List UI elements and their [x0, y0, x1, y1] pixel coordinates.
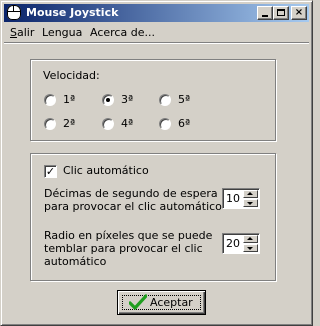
speed-option-5-label: 5ª: [178, 93, 191, 106]
speed-option-2-label: 2ª: [63, 117, 76, 130]
speed-option-3-label: 3ª: [121, 93, 134, 106]
accept-button[interactable]: Aceptar: [117, 290, 206, 315]
delay-label-line1: Décimas de segundo de espera: [44, 187, 218, 200]
delay-spinner[interactable]: 10: [222, 188, 260, 209]
speed-radio-1[interactable]: [44, 94, 56, 106]
delay-down-button[interactable]: [243, 199, 258, 207]
main-window: Mouse Joystick × Salir Lengua Acerca de.…: [0, 0, 313, 326]
radius-label-line1: Radio en píxeles que se puede: [44, 229, 213, 242]
menu-divider: [4, 42, 309, 44]
auto-click-label: Clic automático: [63, 164, 149, 177]
radius-value[interactable]: 20: [226, 237, 240, 250]
title-bar[interactable]: Mouse Joystick ×: [4, 4, 309, 22]
speed-option-1-label: 1ª: [63, 93, 76, 106]
speed-radio-5[interactable]: [159, 94, 171, 106]
delay-up-button[interactable]: [243, 190, 258, 198]
delay-value[interactable]: 10: [226, 192, 240, 205]
minimize-icon: [262, 15, 268, 17]
radius-up-button[interactable]: [243, 235, 258, 243]
speed-option-6-label: 6ª: [178, 117, 191, 130]
menu-acerca-de[interactable]: Acerca de...: [90, 26, 155, 39]
speed-option-4-label: 4ª: [121, 117, 134, 130]
radius-label-line2: temblar para provocar el clic: [44, 242, 203, 255]
mouse-icon: [7, 5, 21, 20]
speed-radio-3[interactable]: [102, 94, 114, 106]
close-icon: ×: [294, 7, 304, 18]
menu-bar: Salir Lengua Acerca de...: [4, 23, 309, 41]
delay-spinner-buttons: [243, 190, 258, 207]
radius-down-button[interactable]: [243, 244, 258, 252]
speed-group: Velocidad: 1ª 3ª 5ª 2ª 4ª 6ª: [30, 59, 276, 141]
maximize-icon: [277, 9, 285, 16]
delay-label-line2: para provocar el clic automático: [44, 200, 222, 213]
menu-lengua[interactable]: Lengua: [42, 26, 82, 39]
speed-radio-4[interactable]: [102, 118, 114, 130]
window-title: Mouse Joystick: [26, 6, 119, 19]
radius-label-line3: automático: [44, 255, 107, 268]
green-check-icon: [129, 294, 147, 310]
minimize-button[interactable]: [257, 6, 273, 20]
speed-radio-6[interactable]: [159, 118, 171, 130]
close-button[interactable]: ×: [291, 6, 307, 20]
auto-click-checkbox[interactable]: ✓: [44, 165, 57, 178]
menu-salir[interactable]: Salir: [10, 26, 34, 39]
auto-click-group: ✓ Clic automático Décimas de segundo de …: [30, 153, 276, 281]
radius-spinner[interactable]: 20: [222, 233, 260, 254]
maximize-button[interactable]: [273, 6, 289, 20]
speed-radio-2[interactable]: [44, 118, 56, 130]
speed-label: Velocidad:: [43, 69, 100, 82]
radius-spinner-buttons: [243, 235, 258, 252]
accept-button-label: Aceptar: [150, 296, 193, 309]
